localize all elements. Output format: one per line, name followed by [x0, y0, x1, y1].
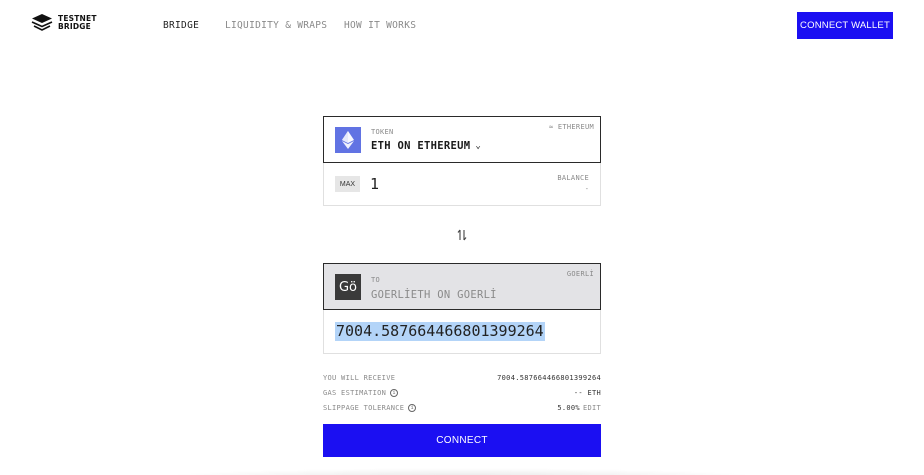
to-token-name: GOERLİETH ON GOERLİ [371, 289, 497, 301]
layered-cube-logo-icon [31, 14, 53, 31]
summary-row-slippage: SLIPPAGE TOLERANCE i 5.00% EDIT [323, 400, 601, 415]
bottom-shadow [150, 468, 774, 475]
goerli-icon: Gö [335, 274, 361, 300]
token-label: TOKEN [371, 128, 394, 136]
info-icon[interactable]: i [408, 403, 417, 412]
max-button[interactable]: MAX [335, 176, 360, 192]
amount-input[interactable] [370, 172, 520, 196]
nav-how-it-works[interactable]: HOW IT WORKS [344, 20, 416, 31]
brand-name: TESTNET BRIDGE [58, 15, 97, 31]
receive-amount-panel: 7004.587664466801399264 [323, 310, 601, 354]
from-token-selector[interactable]: TOKEN ≈ ETHEREUM ETH ON ETHEREUM ⌄ [323, 116, 601, 163]
gas-value: -- ETH [573, 388, 601, 397]
connect-button[interactable]: CONNECT [323, 424, 601, 457]
slippage-value: 5.00% [557, 403, 580, 412]
from-token-name: ETH ON ETHEREUM [371, 140, 471, 152]
gas-label-wrap: GAS ESTIMATION i [323, 388, 399, 397]
receive-label: YOU WILL RECEIVE [323, 373, 396, 382]
connect-wallet-button[interactable]: CONNECT WALLET [797, 12, 893, 39]
to-token-panel[interactable]: Gö TO GOERLİ GOERLİETH ON GOERLİ [323, 263, 601, 310]
receive-amount-value[interactable]: 7004.587664466801399264 [335, 322, 545, 341]
transaction-summary: YOU WILL RECEIVE 7004.587664466801399264… [323, 370, 601, 415]
slippage-label: SLIPPAGE TOLERANCE [323, 403, 405, 412]
info-icon[interactable]: i [390, 388, 399, 397]
chevron-down-icon: ⌄ [475, 141, 482, 151]
ethereum-icon [335, 127, 361, 153]
balance-value: - [584, 185, 589, 193]
from-network-label: ≈ ETHEREUM [548, 123, 594, 131]
summary-row-receive: YOU WILL RECEIVE 7004.587664466801399264 [323, 370, 601, 385]
balance-label: BALANCE [557, 174, 589, 182]
slippage-label-wrap: SLIPPAGE TOLERANCE i [323, 403, 417, 412]
swap-direction-icon[interactable] [455, 228, 469, 242]
gas-label: GAS ESTIMATION [323, 388, 387, 397]
edit-slippage-link[interactable]: EDIT [583, 404, 601, 412]
receive-value: 7004.587664466801399264 [497, 373, 601, 382]
slippage-value-wrap: 5.00% EDIT [557, 404, 601, 412]
nav-bridge[interactable]: BRIDGE [163, 20, 225, 31]
summary-row-gas: GAS ESTIMATION i -- ETH [323, 385, 601, 400]
nav-liquidity-wraps[interactable]: LIQUIDITY & WRAPS [225, 20, 344, 31]
brand-logo[interactable]: TESTNET BRIDGE [31, 13, 97, 33]
to-network-label: GOERLİ [566, 270, 594, 278]
to-label: TO [371, 276, 381, 284]
main-nav: BRIDGE LIQUIDITY & WRAPS HOW IT WORKS [163, 20, 416, 31]
brand-line-2: BRIDGE [58, 22, 91, 31]
amount-panel: MAX BALANCE - [323, 163, 601, 206]
from-token-dropdown[interactable]: ETH ON ETHEREUM ⌄ [371, 140, 481, 152]
